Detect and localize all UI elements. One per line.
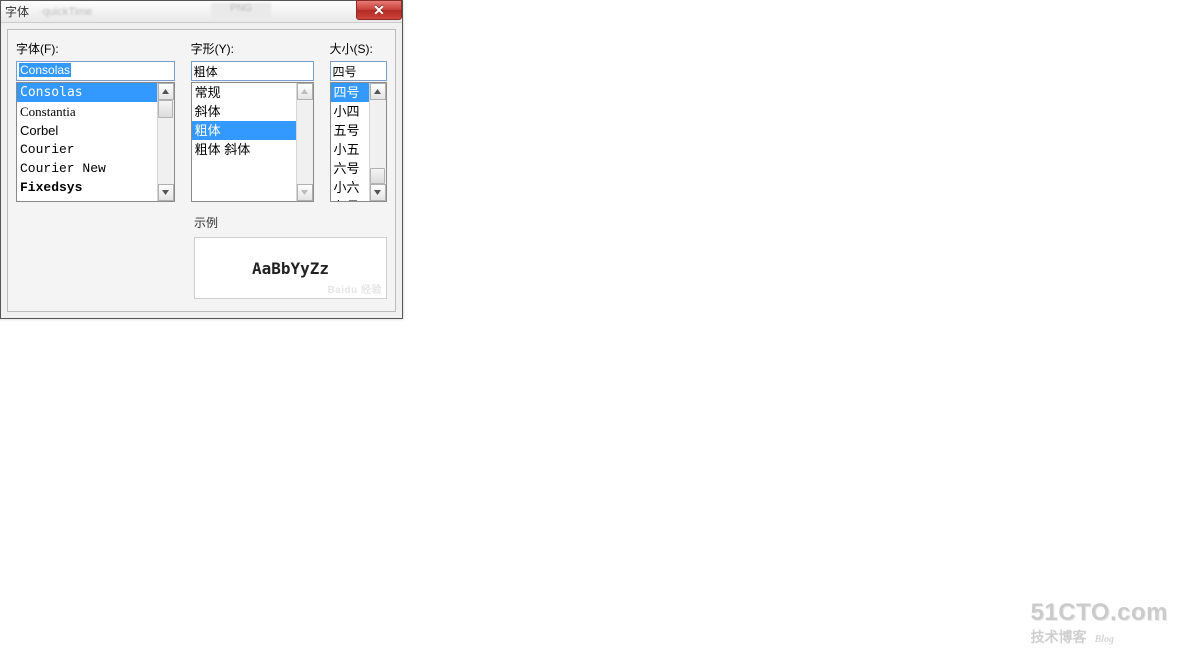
size-list-wrap: 四号 小四 五号 小五 六号 小六 七号 bbox=[330, 82, 387, 202]
size-list[interactable]: 四号 小四 五号 小五 六号 小六 七号 bbox=[331, 83, 369, 201]
scroll-thumb[interactable] bbox=[370, 168, 385, 184]
sample-text: AaBbYyZz bbox=[252, 259, 329, 278]
brand-line2: 技术博客 bbox=[1031, 627, 1087, 647]
scroll-thumb[interactable] bbox=[158, 100, 173, 118]
size-item-6[interactable]: 七号 bbox=[331, 197, 369, 201]
sample-section: 示例 AaBbYyZz Baidu 经验 bbox=[194, 214, 387, 299]
window-title: 字体 bbox=[5, 3, 29, 20]
close-icon: ✕ bbox=[373, 2, 385, 19]
style-item-bolditalic[interactable]: 粗体 斜体 bbox=[192, 140, 296, 159]
title-badge: PNG bbox=[211, 3, 271, 19]
style-label: 字形(Y): bbox=[191, 40, 314, 57]
style-list[interactable]: 常规 斜体 粗体 粗体 斜体 bbox=[192, 83, 296, 201]
style-scrollbar[interactable] bbox=[296, 83, 313, 201]
style-item-bold[interactable]: 粗体 bbox=[192, 121, 296, 140]
font-list-wrap: Consolas Constantia Corbel Courier Couri… bbox=[16, 82, 175, 202]
chevron-up-icon bbox=[162, 89, 169, 94]
chevron-up-icon bbox=[301, 89, 308, 94]
sample-box: AaBbYyZz Baidu 经验 bbox=[194, 237, 387, 299]
close-button[interactable]: ✕ bbox=[356, 0, 402, 20]
size-label: 大小(S): bbox=[330, 40, 387, 57]
size-item-5[interactable]: 小六 bbox=[331, 178, 369, 197]
sample-watermark: Baidu 经验 bbox=[327, 281, 382, 296]
size-item-3[interactable]: 小五 bbox=[331, 140, 369, 159]
brand-line1: 51CTO.com bbox=[1031, 601, 1168, 625]
brand-line3: Blog bbox=[1095, 634, 1114, 645]
scroll-down-button[interactable] bbox=[158, 184, 174, 201]
font-label: 字体(F): bbox=[16, 40, 175, 57]
scroll-up-button[interactable] bbox=[297, 83, 313, 100]
style-item-italic[interactable]: 斜体 bbox=[192, 102, 296, 121]
dialog-body: 字体(F): Consolas Consolas Constantia Corb… bbox=[1, 23, 402, 318]
size-column: 大小(S): 四号 小四 五号 小五 六号 小六 七号 bbox=[330, 40, 387, 202]
style-column: 字形(Y): 常规 斜体 粗体 粗体 斜体 bbox=[191, 40, 314, 202]
style-item-regular[interactable]: 常规 bbox=[192, 83, 296, 102]
font-item-fixedsys[interactable]: Fixedsys bbox=[17, 178, 157, 197]
scroll-up-button[interactable] bbox=[158, 83, 174, 100]
size-scrollbar[interactable] bbox=[369, 83, 386, 201]
titlebar[interactable]: 字体 ·quickTime PNG ✕ bbox=[1, 1, 402, 23]
font-dialog: 字体 ·quickTime PNG ✕ 字体(F): Consolas Cons… bbox=[0, 0, 403, 319]
scroll-down-button[interactable] bbox=[297, 184, 313, 201]
controls-row: 字体(F): Consolas Consolas Constantia Corb… bbox=[16, 40, 387, 202]
font-item-couriernew[interactable]: Courier New bbox=[17, 159, 157, 178]
chevron-down-icon bbox=[301, 190, 308, 195]
inner-panel: 字体(F): Consolas Consolas Constantia Corb… bbox=[7, 29, 396, 312]
style-list-wrap: 常规 斜体 粗体 粗体 斜体 bbox=[191, 82, 314, 202]
font-list[interactable]: Consolas Constantia Corbel Courier Couri… bbox=[17, 83, 157, 201]
font-item-corbel[interactable]: Corbel bbox=[17, 121, 157, 140]
font-input-selection: Consolas bbox=[19, 63, 71, 77]
sample-label: 示例 bbox=[194, 214, 387, 231]
chevron-down-icon bbox=[374, 190, 381, 195]
scroll-down-button[interactable] bbox=[370, 184, 386, 201]
size-item-2[interactable]: 五号 bbox=[331, 121, 369, 140]
scroll-up-button[interactable] bbox=[370, 83, 386, 100]
style-input[interactable] bbox=[191, 61, 314, 81]
font-item-constantia[interactable]: Constantia bbox=[17, 102, 157, 121]
size-item-0[interactable]: 四号 bbox=[331, 83, 369, 102]
font-item-franklin[interactable]: Franklin Gothic bbox=[17, 197, 157, 201]
font-scrollbar[interactable] bbox=[157, 83, 174, 201]
size-item-4[interactable]: 六号 bbox=[331, 159, 369, 178]
title-blur: ·quickTime bbox=[39, 6, 92, 18]
font-column: 字体(F): Consolas Consolas Constantia Corb… bbox=[16, 40, 175, 202]
size-input[interactable] bbox=[330, 61, 387, 81]
font-item-consolas[interactable]: Consolas bbox=[17, 83, 157, 102]
chevron-up-icon bbox=[374, 89, 381, 94]
size-item-1[interactable]: 小四 bbox=[331, 102, 369, 121]
font-item-courier[interactable]: Courier bbox=[17, 140, 157, 159]
font-input[interactable]: Consolas bbox=[16, 61, 175, 81]
page-watermark: 51CTO.com 技术博客 Blog bbox=[1031, 601, 1168, 647]
chevron-down-icon bbox=[162, 190, 169, 195]
